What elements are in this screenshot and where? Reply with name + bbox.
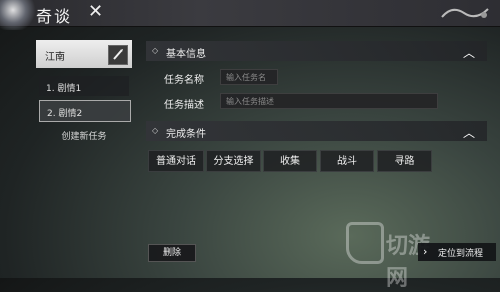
game-logo-icon bbox=[438, 3, 492, 23]
edit-icon[interactable] bbox=[108, 45, 128, 65]
delete-button[interactable]: 删除 bbox=[148, 244, 196, 262]
section-title: 完成条件 bbox=[166, 129, 206, 140]
sidebar-item-label: 1. 剧情1 bbox=[46, 84, 82, 94]
watermark-logo-icon bbox=[346, 222, 384, 264]
task-name-label: 任务名称 bbox=[164, 75, 204, 86]
locate-flow-label: 定位到流程 bbox=[438, 249, 484, 259]
create-task-button[interactable]: 创建新任务 bbox=[39, 127, 129, 147]
close-icon[interactable]: ✕ bbox=[88, 2, 103, 22]
moon-glow bbox=[0, 0, 38, 30]
diamond-icon: ◇ bbox=[152, 126, 159, 135]
conditions-header[interactable]: ◇ 完成条件 ︿ bbox=[146, 121, 487, 141]
locate-flow-button[interactable]: › 定位到流程 bbox=[418, 243, 496, 261]
condition-pathfind-button[interactable]: 寻路 bbox=[377, 150, 432, 172]
sidebar-item-story2[interactable]: 2. 剧情2 bbox=[39, 100, 131, 122]
chevron-right-icon: › bbox=[423, 245, 428, 258]
window-title: 奇谈 bbox=[36, 7, 73, 26]
condition-dialogue-button[interactable]: 普通对话 bbox=[148, 150, 204, 172]
task-name-input[interactable]: 输入任务名 bbox=[220, 69, 278, 85]
task-desc-label: 任务描述 bbox=[164, 100, 204, 111]
sidebar-item-story1[interactable]: 1. 剧情1 bbox=[39, 76, 129, 96]
condition-branch-button[interactable]: 分支选择 bbox=[206, 150, 261, 172]
chevron-up-icon[interactable]: ︿ bbox=[463, 44, 475, 61]
chevron-up-icon[interactable]: ︿ bbox=[463, 124, 475, 141]
region-card[interactable]: 江南 bbox=[36, 40, 132, 68]
condition-battle-button[interactable]: 战斗 bbox=[320, 150, 374, 172]
task-desc-input[interactable]: 输入任务描述 bbox=[220, 93, 438, 109]
diamond-icon: ◇ bbox=[152, 46, 159, 55]
sidebar-item-label: 2. 剧情2 bbox=[47, 109, 83, 119]
title-bar: 奇谈 ✕ bbox=[0, 0, 500, 30]
condition-collect-button[interactable]: 收集 bbox=[263, 150, 317, 172]
section-title: 基本信息 bbox=[166, 49, 206, 60]
basic-info-header[interactable]: ◇ 基本信息 ︿ bbox=[146, 41, 487, 61]
region-label: 江南 bbox=[45, 52, 65, 63]
